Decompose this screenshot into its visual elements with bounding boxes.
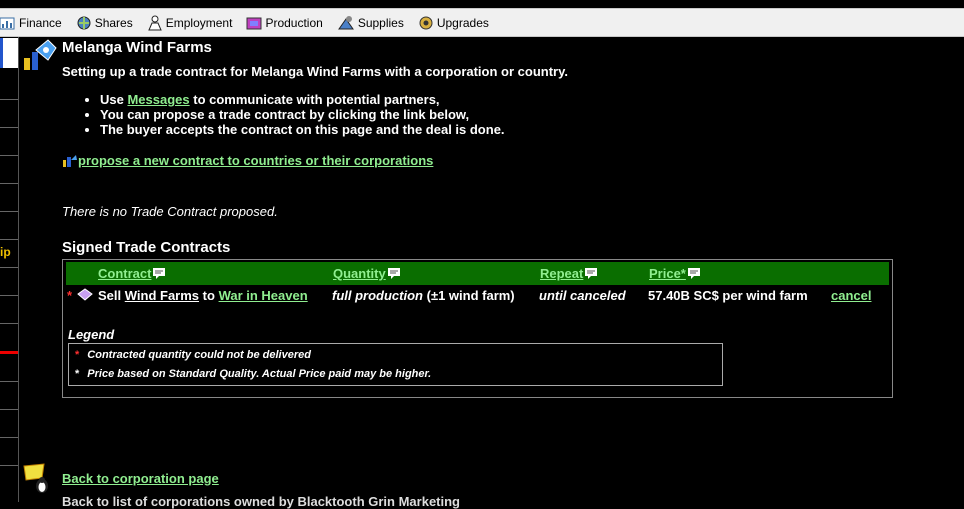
comment-icon <box>387 268 400 279</box>
menu-upgrades[interactable]: Upgrades <box>418 15 489 31</box>
propose-contract-row: propose a new contract to countries or t… <box>62 153 433 168</box>
top-menu-bar: Finance Shares Employment Production Sup… <box>0 8 964 37</box>
menu-employment-label: Employment <box>165 15 233 30</box>
menu-production-label: Production <box>265 15 323 30</box>
sidebar-partial-label[interactable]: ip <box>0 245 11 259</box>
comment-icon <box>153 268 166 279</box>
header-contract[interactable]: Contract <box>98 266 166 281</box>
menu-shares-label: Shares <box>94 15 133 30</box>
legend-item: * Price based on Standard Quality. Actual… <box>75 368 432 380</box>
finance-icon <box>0 17 15 29</box>
messages-link[interactable]: Messages <box>127 92 189 107</box>
menu-finance[interactable]: Finance <box>0 16 62 30</box>
legend-item: * Contracted quantity could not be delive… <box>75 349 311 361</box>
left-sidebar: ip <box>0 37 19 502</box>
page-title: Melanga Wind Farms <box>62 39 212 56</box>
sidebar-red-marker <box>0 351 18 354</box>
table-header: Contract Quantity Repeat Price* <box>66 262 889 285</box>
menu-finance-label: Finance <box>19 15 62 30</box>
header-quantity[interactable]: Quantity <box>333 266 401 281</box>
menu-production[interactable]: Production <box>246 15 323 30</box>
quantity-note: (±1 wind farm) <box>426 288 515 303</box>
signed-contracts-title: Signed Trade Contracts <box>62 239 231 256</box>
upgrades-icon <box>419 16 433 29</box>
instruction-item: The buyer accepts the contract on this p… <box>100 122 505 137</box>
instructions-list: Use Messages to communicate with potenti… <box>80 92 505 137</box>
employment-icon <box>147 15 162 30</box>
sidebar-active-tab[interactable] <box>0 38 18 68</box>
menu-shares[interactable]: Shares <box>76 15 133 31</box>
instruction-item: Use Messages to communicate with potenti… <box>100 92 505 107</box>
supplies-icon <box>337 15 354 29</box>
quantity-value: full production <box>332 288 423 303</box>
signed-contracts-table: Contract Quantity Repeat Price* * Sell W… <box>62 259 893 398</box>
undelivered-marker: * <box>67 288 73 303</box>
menu-supplies-label: Supplies <box>357 15 404 30</box>
contract-verb: Sell <box>98 288 122 303</box>
production-icon <box>246 17 262 29</box>
wind-farm-icon <box>24 39 57 70</box>
no-contract-message: There is no Trade Contract proposed. <box>62 204 278 219</box>
intro-text: Setting up a trade contract for Melanga … <box>62 64 568 79</box>
legend-title: Legend <box>68 327 115 342</box>
header-repeat[interactable]: Repeat <box>540 266 598 281</box>
repeat-value: until canceled <box>539 288 626 303</box>
instruction-item: You can propose a trade contract by clic… <box>100 107 505 122</box>
menu-employment[interactable]: Employment <box>147 15 233 31</box>
comment-icon <box>687 268 700 279</box>
penguin-flag-icon <box>23 463 48 493</box>
partner-link[interactable]: War in Heaven <box>219 288 308 303</box>
product-link[interactable]: Wind Farms <box>125 288 199 303</box>
propose-contract-link[interactable]: propose a new contract to countries or t… <box>78 153 433 168</box>
contract-icon <box>63 154 77 167</box>
back-row: Back to corporation page <box>22 462 219 494</box>
contract-to: to <box>202 288 215 303</box>
sell-icon <box>77 288 93 301</box>
menu-upgrades-label: Upgrades <box>436 15 489 30</box>
price-value: 57.40B SC$ per wind farm <box>648 288 808 303</box>
table-row: * Sell Wind Farms to War in Heaven full … <box>63 287 892 307</box>
header-price[interactable]: Price* <box>649 266 701 281</box>
comment-icon <box>585 268 598 279</box>
legend-box: * Contracted quantity could not be delive… <box>68 343 723 386</box>
shares-icon <box>77 16 91 29</box>
cancel-link[interactable]: cancel <box>831 288 871 303</box>
menu-supplies[interactable]: Supplies <box>337 15 404 31</box>
back-to-corporation-link[interactable]: Back to corporation page <box>62 471 219 486</box>
